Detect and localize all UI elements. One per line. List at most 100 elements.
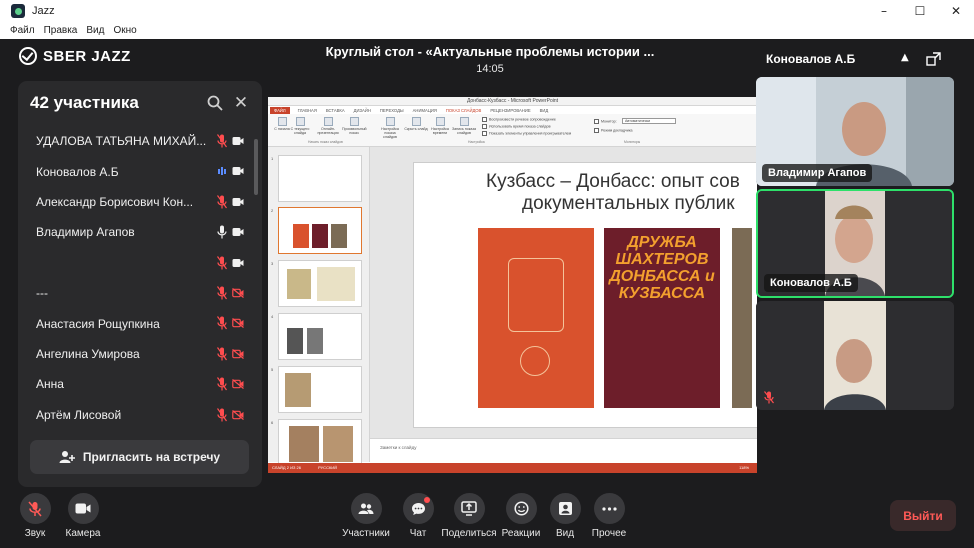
share-screen-icon: [453, 493, 485, 524]
pp-btn-timing: Настройка времени: [428, 117, 452, 135]
powerpoint-ribbon: С начала С текущего слайда Онлайн-презен…: [268, 114, 757, 147]
window-controls: – ☐ ✕: [866, 0, 974, 22]
add-user-icon: [59, 451, 75, 463]
meeting-title: Круглый стол - «Актуальные проблемы исто…: [325, 44, 655, 59]
pp-tab-view: ВИД: [539, 107, 549, 113]
video-feed-participant: [756, 301, 954, 410]
meeting-timer: 14:05: [476, 63, 504, 75]
book-cover-1: [478, 228, 594, 408]
participant-name: Александр Борисович Кон...: [36, 194, 194, 209]
menu-bar: Файл Правка Вид Окно: [0, 22, 974, 39]
camera-icon: [67, 493, 99, 524]
participant-row[interactable]: УДАЛОВА ТАТЬЯНА МИХАЙ...: [18, 126, 262, 156]
pp-language: РУССКИЙ: [318, 465, 338, 470]
pp-tab-slideshow: ПОКАЗ СЛАЙДОВ: [445, 107, 482, 113]
mic-off-icon: [217, 134, 227, 148]
jazz-app-icon: [11, 4, 25, 18]
detach-video-icon[interactable]: [926, 52, 941, 66]
pp-btn-record: Запись показа слайдов: [452, 117, 476, 135]
leave-button[interactable]: Выйти: [890, 500, 956, 531]
pp-check-controls: Показать элементы управления проигрывате…: [482, 131, 571, 136]
pp-tab-home: ГЛАВНАЯ: [297, 107, 317, 113]
video-tile-konovalov[interactable]: Коновалов А.Б: [756, 189, 954, 298]
chat-icon: [402, 493, 434, 524]
camera-off-icon: [232, 348, 244, 359]
camera-label: Камера: [65, 528, 101, 539]
participant-row[interactable]: Анна: [18, 369, 262, 399]
invite-label: Пригласить на встречу: [82, 450, 221, 464]
video-tile-agapov[interactable]: Владимир Агапов: [756, 77, 954, 186]
close-icon[interactable]: ✕: [232, 94, 250, 112]
more-label: Прочее: [591, 528, 627, 539]
search-icon[interactable]: [207, 95, 223, 111]
maximize-button[interactable]: ☐: [902, 0, 938, 22]
participant-row[interactable]: [18, 248, 262, 278]
window-titlebar: Jazz – ☐ ✕: [0, 0, 974, 22]
participants-panel: 42 участника ✕ УДАЛОВА ТАТЬЯНА МИХАЙ... К…: [18, 81, 262, 487]
participant-row[interactable]: Александр Борисович Кон...: [18, 187, 262, 217]
slide-thumb-4: 4: [271, 313, 362, 360]
sber-jazz-logo: SBER JAZZ: [19, 47, 131, 65]
pp-zoom: 118%: [739, 465, 749, 470]
participants-scrollbar[interactable]: [254, 139, 258, 195]
mic-off-icon: [217, 194, 227, 209]
participant-name: Коновалов А.Б: [36, 164, 119, 179]
pp-group-monitors: Мониторы: [624, 140, 641, 144]
pp-btn-custom: Произвольный показ: [342, 117, 367, 135]
menu-edit[interactable]: Правка: [44, 25, 78, 36]
camera-icon: [232, 197, 244, 206]
pp-check-narration: Воспроизвести речевое сопровождение: [482, 117, 556, 122]
pp-tab-design: ДИЗАЙН: [353, 107, 371, 113]
pp-tab-review: РЕЦЕНЗИРОВАНИЕ: [490, 107, 531, 113]
mic-off-icon: [217, 316, 227, 330]
pp-tab-file: ФАЙЛ: [270, 106, 290, 114]
menu-window[interactable]: Окно: [113, 25, 136, 36]
participant-row[interactable]: ---: [18, 278, 262, 308]
current-slide: Кузбасс – Донбасс: опыт сов документальн…: [413, 162, 757, 428]
close-window-button[interactable]: ✕: [938, 0, 974, 22]
logo-check-icon: [19, 47, 37, 65]
slide-thumb-5: 5: [271, 366, 362, 413]
pp-btn-setup: Настройка показа слайдов: [378, 117, 402, 139]
participant-row[interactable]: Коновалов А.Б: [18, 156, 262, 186]
camera-icon: [232, 228, 244, 237]
app-root: Jazz – ☐ ✕ Файл Правка Вид Окно SBER JAZ…: [0, 0, 974, 548]
participant-row[interactable]: Владимир Агапов: [18, 217, 262, 247]
participant-name: ---: [36, 286, 48, 301]
camera-button[interactable]: Камера: [53, 493, 113, 539]
share-button[interactable]: Поделиться: [439, 493, 499, 539]
mic-off-icon: [217, 407, 227, 422]
pp-tab-transitions: ПЕРЕХОДЫ: [379, 107, 404, 113]
camera-icon: [232, 258, 244, 267]
chevron-up-icon[interactable]: ▲: [901, 52, 913, 64]
participants-button[interactable]: Участники: [336, 493, 396, 539]
participant-row[interactable]: Артём Лисовой: [18, 400, 262, 430]
pp-group-setup: Настройка: [468, 140, 485, 144]
slide-thumb-2: 2: [271, 207, 362, 254]
participant-row[interactable]: Ангелина Умирова: [18, 339, 262, 369]
pp-group-start: Начать показ слайдов: [308, 140, 343, 144]
more-button[interactable]: Прочее: [579, 493, 639, 539]
participant-name: Владимир Агапов: [36, 225, 135, 240]
mic-off-icon: [217, 346, 227, 361]
minimize-button[interactable]: –: [866, 0, 902, 22]
menu-file[interactable]: Файл: [10, 25, 35, 36]
menu-view[interactable]: Вид: [86, 25, 104, 36]
video-tile-label: Владимир Агапов: [762, 164, 873, 182]
mic-off-icon: [217, 377, 227, 391]
mic-icon: [217, 225, 227, 239]
reactions-icon: [505, 493, 537, 524]
meeting-area: SBER JAZZ Круглый стол - «Актуальные про…: [0, 39, 974, 548]
participant-row[interactable]: Анастасия Рощупкина: [18, 308, 262, 338]
pp-btn-online: Онлайн-презентация: [316, 117, 340, 135]
participants-icon: [350, 493, 382, 524]
share-label: Поделиться: [441, 528, 497, 539]
invite-button[interactable]: Пригласить на встречу: [30, 440, 249, 474]
book-cover-2-title: ДРУЖБА ШАХТЕРОВ ДОНБАССА и КУЗБАССА: [609, 234, 715, 302]
logo-text: SBER JAZZ: [43, 47, 131, 65]
active-speaker-name: Коновалов А.Б: [766, 52, 856, 66]
chat-unread-dot: [423, 497, 430, 503]
video-tile-muted-participant[interactable]: [756, 301, 954, 410]
speaking-indicator-icon: [218, 167, 226, 176]
book-cover-3: [732, 228, 752, 408]
